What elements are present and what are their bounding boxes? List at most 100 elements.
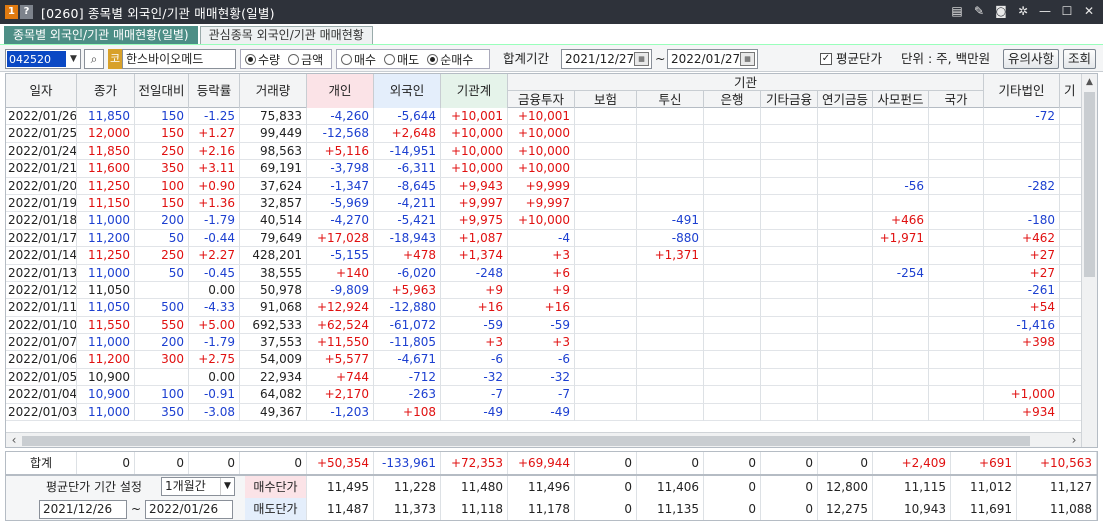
table-row[interactable]: 2022/01/21 11,600 350 +3.11 69,191 -3,798 -6,3… (6, 160, 1082, 178)
col-foreign[interactable]: 외국인 (374, 74, 441, 108)
table-row[interactable]: 2022/01/24 11,850 250 +2.16 98,563 +5,116 -14,… (6, 142, 1082, 161)
stock-code-input[interactable]: 042520 ▼ (5, 49, 81, 69)
table-row[interactable]: 2022/01/14 11,250 250 +2.27 428,201 -5,155 +47… (6, 247, 1082, 265)
col-trust[interactable]: 투신 (637, 91, 704, 108)
calendar-icon[interactable]: ▦ (634, 52, 649, 66)
memo-icon[interactable]: ✎ (971, 3, 987, 19)
horizontal-scroll-thumb[interactable] (22, 436, 1030, 446)
col-date[interactable]: 일자 (6, 74, 77, 108)
help-icon[interactable]: ? (20, 5, 33, 19)
table-row[interactable]: 2022/01/20 11,250 100 +0.90 37,624 -1,347 -8,6… (6, 177, 1082, 195)
cell-change: 350 (135, 160, 189, 178)
table-row[interactable]: 2022/01/11 11,050 500 -4.33 91,068 +12,924 -12… (6, 299, 1082, 317)
radio-quantity[interactable]: 수량 (245, 51, 280, 68)
col-change[interactable]: 전일대비 (135, 74, 189, 108)
table-row[interactable]: 2022/01/26 11,850 150 -1.25 75,833 -4,260 -5,6… (6, 108, 1082, 126)
avg-period-select[interactable]: 1개월간 ▼ (161, 477, 235, 496)
vertical-scroll-thumb[interactable] (1084, 92, 1095, 277)
maximize-icon[interactable]: ☐ (1059, 3, 1075, 19)
horizontal-scrollbar[interactable]: ‹ › (6, 432, 1082, 447)
cell-ins (575, 160, 637, 178)
notice-button[interactable]: 유의사항 (1003, 49, 1059, 69)
minimize-icon[interactable]: — (1037, 3, 1053, 19)
radio-buy[interactable]: 매수 (341, 51, 376, 68)
cell-oth (761, 108, 818, 125)
col-nation[interactable]: 국가 (929, 91, 984, 108)
table-row[interactable]: 2022/01/19 11,150 150 +1.36 32,857 -5,969 -4,2… (6, 194, 1082, 213)
scroll-left-icon[interactable]: ‹ (7, 433, 21, 447)
col-individual[interactable]: 개인 (307, 74, 374, 108)
avg-date-from[interactable]: 2021/12/26 (39, 500, 127, 519)
date-to-value[interactable]: 2022/01/27 (671, 50, 740, 68)
radio-net-buy[interactable]: 순매수 (427, 51, 473, 68)
cell-nat (929, 403, 984, 421)
cell-ind: +140 (307, 264, 374, 282)
chevron-down-icon[interactable]: ▼ (67, 50, 80, 68)
avg-date-to[interactable]: 2022/01/26 (145, 500, 233, 519)
col-volume[interactable]: 거래량 (240, 74, 307, 108)
camera-icon[interactable]: ◙ (993, 3, 1009, 19)
avg-period-value[interactable]: 1개월간 (165, 478, 206, 495)
table-row[interactable]: 2022/01/10 11,550 550 +5.00 692,533 +62,524 -6… (6, 316, 1082, 335)
vertical-scrollbar[interactable]: ▲ (1081, 74, 1097, 447)
scroll-right-icon[interactable]: › (1067, 433, 1081, 447)
layout-icon[interactable]: ▤ (949, 3, 965, 19)
cell-volume: 37,553 (240, 334, 307, 352)
buy-avg-value: 11,127 (1017, 476, 1097, 498)
cell-trs: -880 (637, 229, 704, 247)
calendar-icon[interactable]: ▦ (740, 52, 755, 66)
col-private-fund[interactable]: 사모펀드 (873, 91, 929, 108)
col-close[interactable]: 종가 (77, 74, 135, 108)
market-badge: 코 (108, 49, 122, 69)
search-icon[interactable]: ⌕ (84, 49, 104, 69)
cell-bnk (704, 160, 761, 178)
close-icon[interactable]: ✕ (1081, 3, 1097, 19)
cell-volume: 64,082 (240, 386, 307, 404)
cell-bnk (704, 299, 761, 317)
table-row[interactable]: 2022/01/04 10,900 100 -0.91 64,082 +2,170 -263… (6, 386, 1082, 404)
cell-inst: -6 (441, 351, 508, 369)
col-pension[interactable]: 연기금등 (818, 91, 873, 108)
table-row[interactable]: 2022/01/06 11,200 300 +2.75 54,009 +5,577 -4,6… (6, 351, 1082, 369)
table-row[interactable]: 2022/01/25 12,000 150 +1.27 99,449 -12,568 +2,… (6, 125, 1082, 143)
cell-nat (929, 212, 984, 230)
cell-bnk (704, 403, 761, 421)
table-row[interactable]: 2022/01/12 11,050 0.00 50,978 -9,809 +5,963 +9… (6, 281, 1082, 300)
col-insurance[interactable]: 보험 (575, 91, 637, 108)
date-to-input[interactable]: 2022/01/27 ▦ (667, 49, 758, 69)
cell-close: 11,250 (77, 177, 135, 195)
table-row[interactable]: 2022/01/17 11,200 50 -0.44 79,649 +17,028 -18,… (6, 229, 1082, 248)
summary-insurance: 0 (575, 452, 637, 474)
settings-icon[interactable]: ✲ (1015, 3, 1031, 19)
date-from-input[interactable]: 2021/12/27 ▦ (561, 49, 652, 69)
radio-sell[interactable]: 매도 (384, 51, 419, 68)
date-from-value[interactable]: 2021/12/27 (565, 50, 634, 68)
table-row[interactable]: 2022/01/03 11,000 350 -3.08 49,367 -1,203 +108… (6, 403, 1082, 422)
table-row[interactable]: 2022/01/05 10,900 0.00 22,934 +744 -712 -32 -32 (6, 368, 1082, 387)
tab-stock-daily[interactable]: 종목별 외국인/기관 매매현황(일별) (4, 26, 198, 44)
screen-number-badge[interactable]: 1 (5, 5, 18, 19)
query-button[interactable]: 조회 (1063, 49, 1096, 69)
cell-pef (873, 281, 929, 299)
cell-frg: +108 (374, 403, 441, 421)
col-rate[interactable]: 등락률 (189, 74, 240, 108)
buy-avg-value: 11,496 (508, 476, 575, 498)
col-other-corp[interactable]: 기타법인 (984, 74, 1060, 108)
col-financial-invest[interactable]: 금융투자 (508, 91, 575, 108)
col-bank[interactable]: 은행 (704, 91, 761, 108)
table-row[interactable]: 2022/01/18 11,000 200 -1.79 40,514 -4,270 -5,4… (6, 212, 1082, 230)
summary-change: 0 (135, 452, 189, 474)
avg-price-checkbox[interactable]: ✓ (820, 53, 832, 65)
radio-amount[interactable]: 금액 (288, 51, 323, 68)
col-truncated[interactable]: 기 (1060, 74, 1082, 108)
table-row[interactable]: 2022/01/07 11,000 200 -1.79 37,553 +11,550 -11… (6, 334, 1082, 352)
cell-blank (1060, 194, 1082, 212)
cell-date: 2022/01/19 (8, 194, 77, 212)
tab-watchlist[interactable]: 관심종목 외국인/기관 매매현황 (199, 26, 373, 44)
stock-code-value[interactable]: 042520 (7, 51, 66, 67)
scroll-up-icon[interactable]: ▲ (1082, 74, 1097, 90)
col-other-finance[interactable]: 기타금융 (761, 91, 818, 108)
table-row[interactable]: 2022/01/13 11,000 50 -0.45 38,555 +140 -6,020-… (6, 264, 1082, 282)
col-inst-total[interactable]: 기관계 (441, 74, 508, 108)
chevron-down-icon[interactable]: ▼ (220, 478, 234, 495)
